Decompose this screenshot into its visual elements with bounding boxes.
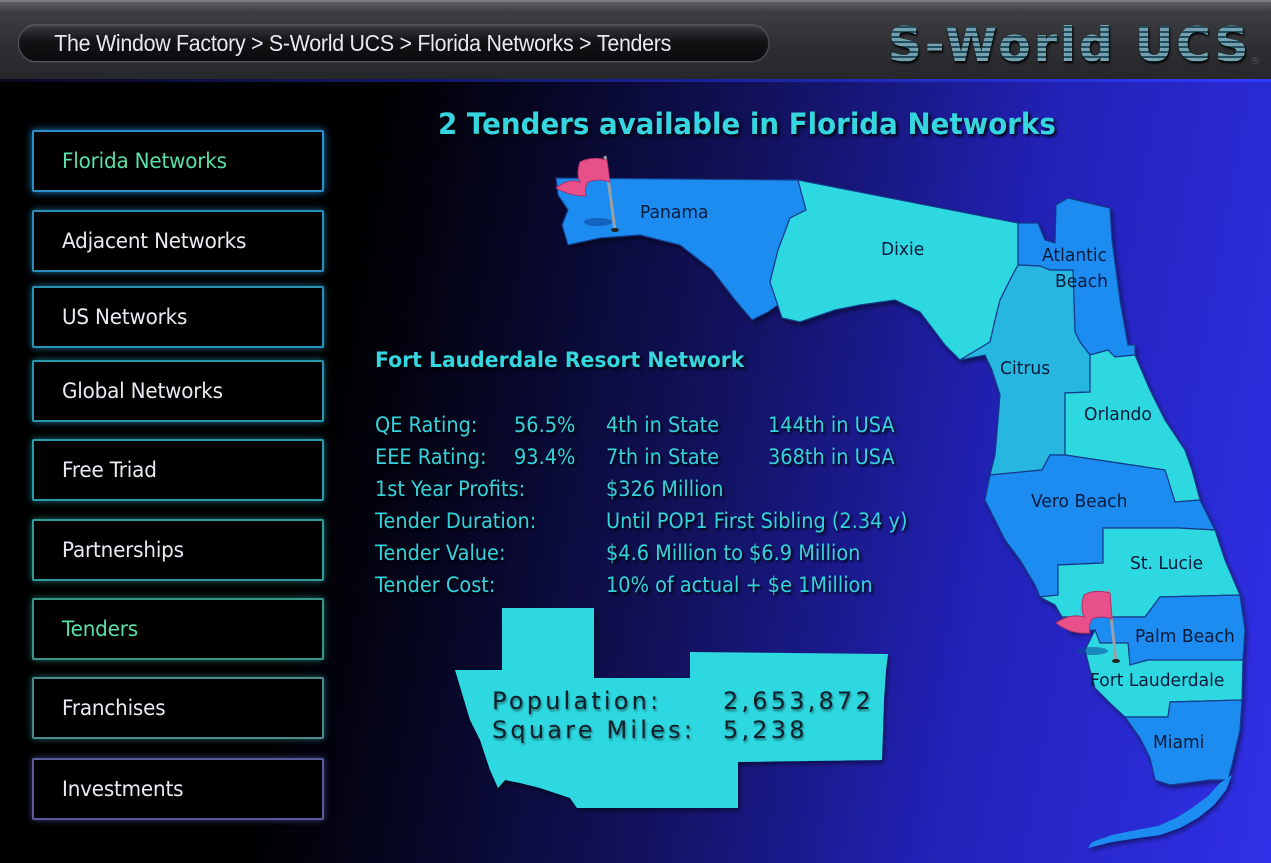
page-title: 2 Tenders available in Florida Networks xyxy=(438,107,1056,141)
population-label: Population: xyxy=(492,687,662,715)
profits-value: $326 Million xyxy=(606,477,724,501)
map-label-fort-lauderdale: Fort Lauderdale xyxy=(1090,670,1225,691)
profits-label: 1st Year Profits: xyxy=(375,477,526,501)
eee-state-rank: 7th in State xyxy=(606,445,720,469)
sidebar-item-label: Franchises xyxy=(62,696,166,720)
map-label-citrus: Citrus xyxy=(1000,358,1051,379)
sidebar-item-label: Tenders xyxy=(62,617,138,641)
tender-value-value: $4.6 Million to $6.9 Million xyxy=(606,541,861,565)
map-label-orlando: Orlando xyxy=(1084,404,1152,425)
duration-value: Until POP1 First Sibling (2.34 y) xyxy=(606,509,908,533)
qe-rating-label: QE Rating: xyxy=(375,413,478,437)
breadcrumb-item-window-factory[interactable]: The Window Factory xyxy=(54,30,245,57)
map-label-palm-beach: Palm Beach xyxy=(1135,626,1235,647)
tender-flag-icon-panama[interactable] xyxy=(550,152,630,234)
qe-rating-value: 56.5% xyxy=(514,413,576,437)
registered-mark-icon: ® xyxy=(1250,56,1260,67)
sidebar-item-tenders[interactable]: Tenders xyxy=(32,598,324,660)
eee-rating-value: 93.4% xyxy=(514,445,576,469)
sidebar-item-partnerships[interactable]: Partnerships xyxy=(32,519,324,581)
tender-cost-label: Tender Cost: xyxy=(375,573,496,597)
app-logo: S-World UCS xyxy=(888,18,1252,73)
breadcrumb-separator: > xyxy=(393,29,418,56)
map-label-beach: Beach xyxy=(1055,271,1108,292)
map-label-vero-beach: Vero Beach xyxy=(1031,491,1128,512)
sidebar-item-free-triad[interactable]: Free Triad xyxy=(32,439,324,501)
map-label-atlantic: Atlantic xyxy=(1042,245,1108,266)
breadcrumb-separator: > xyxy=(245,29,269,56)
header-bar: The Window Factory > S-World UCS > Flori… xyxy=(0,0,1271,82)
tender-flag-icon-fort-lauderdale[interactable] xyxy=(1052,585,1132,667)
qe-usa-rank: 144th in USA xyxy=(768,413,895,437)
breadcrumb-item-tenders[interactable]: Tenders xyxy=(597,30,671,57)
sidebar-item-label: US Networks xyxy=(62,305,188,329)
duration-label: Tender Duration: xyxy=(375,509,537,533)
sidebar-item-label: Investments xyxy=(62,777,184,801)
tender-cost-value: 10% of actual + $e 1Million xyxy=(606,573,873,597)
sidebar-item-franchises[interactable]: Franchises xyxy=(32,677,324,739)
sidebar-item-us-networks[interactable]: US Networks xyxy=(32,286,324,348)
sidebar-item-label: Adjacent Networks xyxy=(62,229,247,253)
square-miles-label: Square Miles: xyxy=(492,716,696,744)
square-miles-value: 5,238 xyxy=(723,716,808,744)
network-name: Fort Lauderdale Resort Network xyxy=(375,348,745,372)
breadcrumb-item-florida-networks[interactable]: Florida Networks xyxy=(417,30,573,57)
sidebar-item-label: Global Networks xyxy=(62,379,223,403)
breadcrumb-item-s-world-ucs[interactable]: S-World UCS xyxy=(269,30,394,57)
breadcrumb: The Window Factory > S-World UCS > Flori… xyxy=(18,24,770,62)
population-value: 2,653,872 xyxy=(723,687,874,715)
sidebar-item-label: Partnerships xyxy=(62,538,184,562)
map-label-st-lucie: St. Lucie xyxy=(1130,553,1204,574)
sidebar-item-adjacent-networks[interactable]: Adjacent Networks xyxy=(32,210,324,272)
map-label-dixie: Dixie xyxy=(881,239,925,260)
sidebar-item-label: Free Triad xyxy=(62,458,157,482)
sidebar-item-label: Florida Networks xyxy=(62,149,227,173)
qe-state-rank: 4th in State xyxy=(606,413,720,437)
map-label-miami: Miami xyxy=(1153,732,1205,753)
sidebar-item-global-networks[interactable]: Global Networks xyxy=(32,360,324,422)
breadcrumb-separator: > xyxy=(573,29,597,56)
tender-value-label: Tender Value: xyxy=(375,541,506,565)
sidebar-item-investments[interactable]: Investments xyxy=(32,758,324,820)
eee-rating-label: EEE Rating: xyxy=(375,445,487,469)
eee-usa-rank: 368th in USA xyxy=(768,445,895,469)
sidebar-item-florida-networks[interactable]: Florida Networks xyxy=(32,130,324,192)
map-label-panama: Panama xyxy=(640,202,709,223)
